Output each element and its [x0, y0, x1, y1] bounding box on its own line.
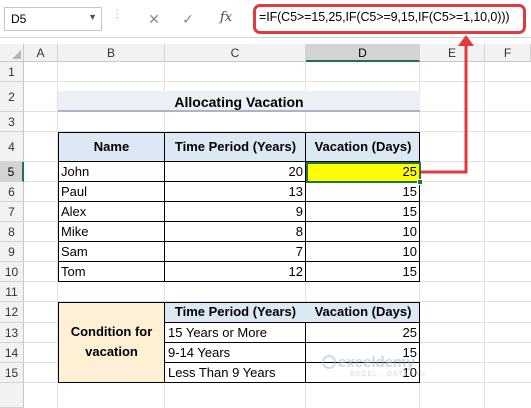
table-row-period[interactable]: 15 Years or More	[165, 323, 306, 343]
active-cell-selection[interactable]	[306, 162, 421, 183]
table-row-period[interactable]: 9-14 Years	[165, 343, 306, 363]
condition-label-line1[interactable]: Condition for	[58, 322, 165, 342]
table2-header-years[interactable]: Time Period (Years)	[165, 302, 306, 322]
table-row-period[interactable]: Less Than 9 Years	[165, 363, 306, 383]
exceldemy-logo-icon	[322, 355, 336, 369]
fill-handle[interactable]	[417, 179, 423, 185]
condition-label-line2[interactable]: vacation	[58, 342, 165, 362]
table-row-days[interactable]: 25	[306, 323, 420, 343]
watermark-tagline: EXCEL · DATA · BI	[350, 371, 426, 378]
watermark-name: exceldemy	[338, 354, 415, 371]
table2-header-days[interactable]: Vacation (Days)	[306, 302, 420, 322]
